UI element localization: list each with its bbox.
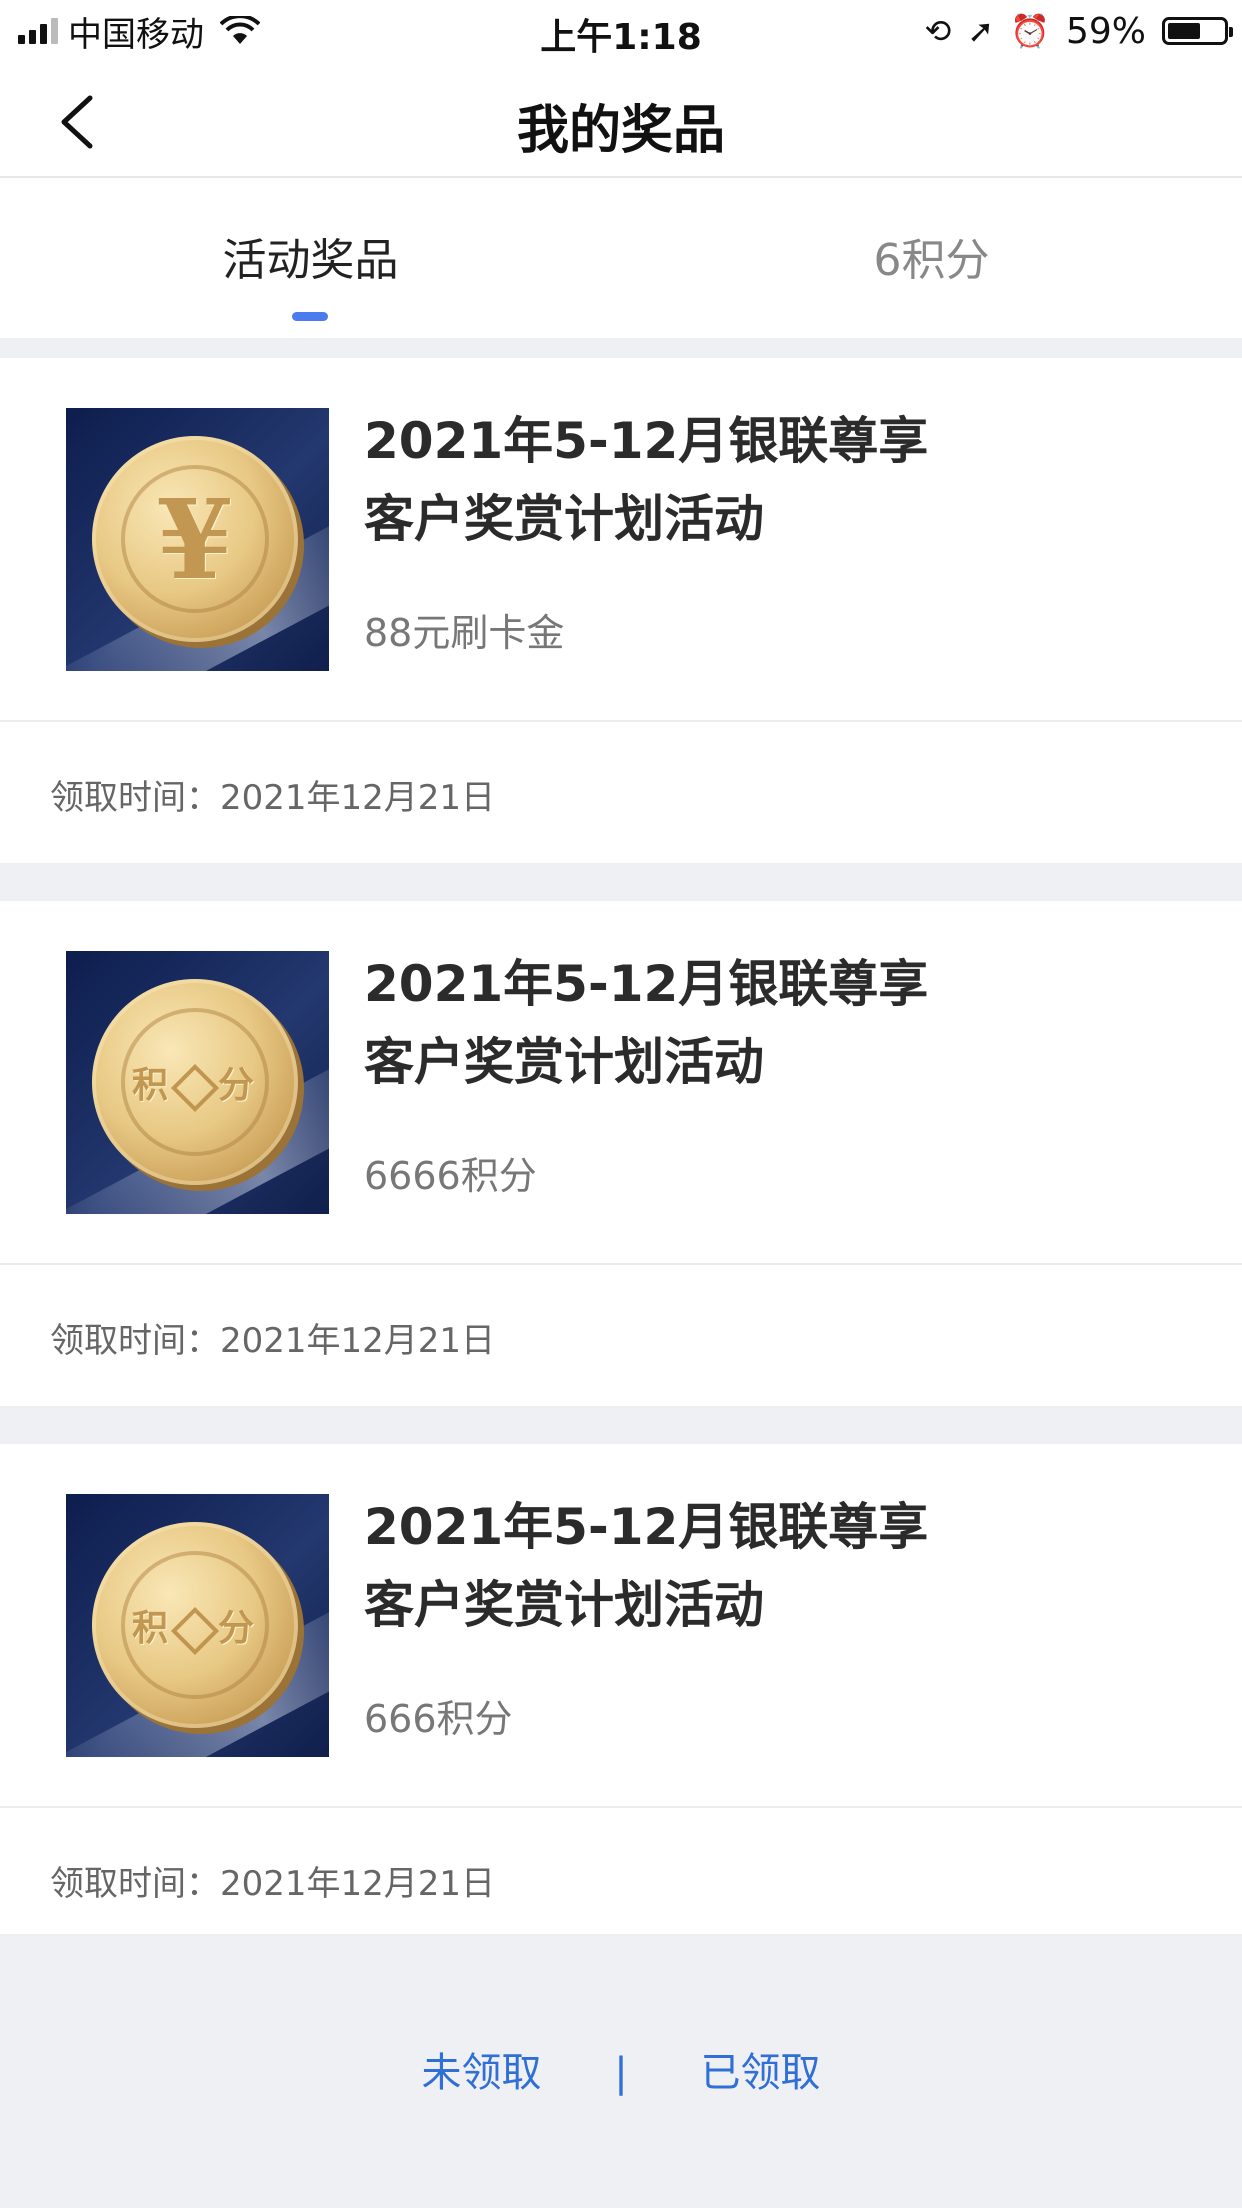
claim-time: 领取时间：2021年12月21日 (50, 1864, 496, 1904)
battery-percent: 59% (1065, 10, 1146, 52)
page-title: 我的奖品 (516, 101, 725, 161)
claim-filter-links: 未领取 | 已领取 (0, 2040, 1242, 2098)
claim-time: 领取时间：2021年12月21日 (50, 1321, 496, 1361)
battery-level (1168, 23, 1200, 39)
coin-symbol: ¥ (156, 474, 234, 604)
tab-bar: 活动奖品 6积分 (0, 178, 1242, 338)
battery-icon (1162, 17, 1233, 45)
yen-coin-icon: ¥ (92, 436, 298, 642)
location-icon: ➚ (967, 12, 995, 50)
alarm-icon: ⏰ (1010, 12, 1050, 50)
prize-card[interactable]: 积分 2021年5-12月银联尊享 客户奖赏计划活动 6666积分 领取时间：2… (0, 901, 1242, 1406)
points-coin-icon: 积分 (92, 979, 298, 1185)
points-coin-icon: 积分 (92, 1522, 298, 1728)
status-bar: 中国移动 上午1:18 ⟲ ➚ ⏰ 59% (0, 0, 1242, 62)
tab-activity-prizes[interactable]: 活动奖品 (0, 224, 621, 288)
nav-bar: 我的奖品 (0, 62, 1242, 178)
prize-title: 2021年5-12月银联尊享 客户奖赏计划活动 (364, 412, 929, 548)
prize-card[interactable]: 积分 2021年5-12月银联尊享 客户奖赏计划活动 666积分 领取时间：20… (0, 1444, 1242, 1934)
unclaimed-link[interactable]: 未领取 (422, 2040, 542, 2098)
prize-image: 积分 (66, 1494, 329, 1757)
claim-time: 领取时间：2021年12月21日 (50, 778, 496, 818)
prize-image: ¥ (66, 408, 329, 671)
tab-points[interactable]: 6积分 (621, 224, 1242, 288)
orientation-lock-icon: ⟲ (924, 12, 952, 50)
claimed-link[interactable]: 已领取 (700, 2040, 820, 2098)
prize-title: 2021年5-12月银联尊享 客户奖赏计划活动 (364, 1498, 929, 1634)
prize-reward: 88元刷卡金 (364, 611, 565, 655)
prize-image: 积分 (66, 951, 329, 1214)
active-tab-indicator (292, 312, 328, 321)
prize-title: 2021年5-12月银联尊享 客户奖赏计划活动 (364, 955, 929, 1091)
link-separator: | (614, 2050, 628, 2096)
prize-reward: 6666积分 (364, 1154, 537, 1198)
prize-reward: 666积分 (364, 1697, 513, 1741)
prize-list: ¥ 2021年5-12月银联尊享 客户奖赏计划活动 88元刷卡金 领取时间：20… (0, 358, 1242, 1972)
prize-card[interactable]: ¥ 2021年5-12月银联尊享 客户奖赏计划活动 88元刷卡金 领取时间：20… (0, 358, 1242, 863)
